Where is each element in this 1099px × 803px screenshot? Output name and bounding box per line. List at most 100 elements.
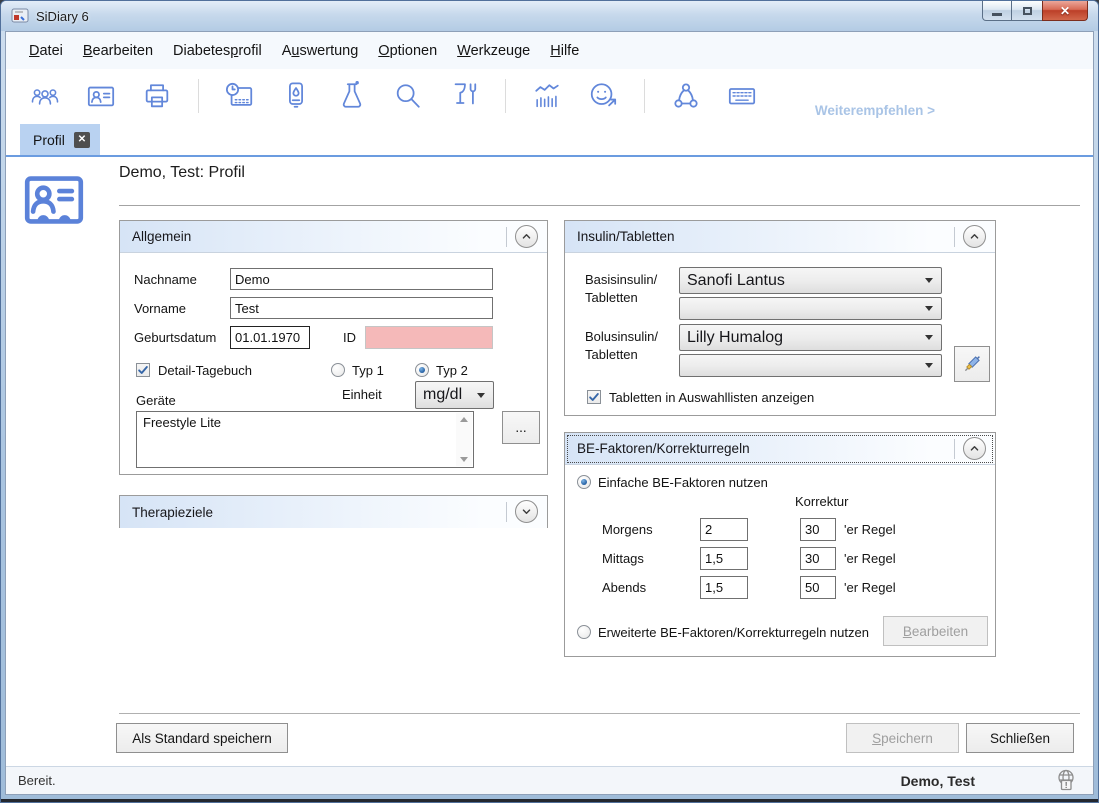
vorname-input[interactable] — [230, 297, 493, 319]
erweiterte-be-radio[interactable] — [577, 625, 591, 639]
menu-optionen[interactable]: Optionen — [368, 43, 447, 59]
menu-werkzeuge[interactable]: Werkzeuge — [447, 43, 540, 59]
app-icon — [11, 8, 29, 24]
morgens-faktor-input[interactable] — [700, 518, 748, 541]
typ1-radio[interactable] — [331, 363, 345, 377]
statistics-icon[interactable] — [532, 81, 562, 111]
insulin-wizard-button[interactable] — [954, 346, 990, 382]
bolusinsulin-label-line1: Bolusinsulin/ — [585, 329, 658, 344]
einfache-be-radio[interactable] — [577, 475, 591, 489]
glucose-meter-icon[interactable] — [281, 81, 311, 111]
morgens-korrektur-input[interactable] — [800, 518, 836, 541]
morgens-label: Morgens — [602, 522, 653, 537]
bolusinsulin-dropdown[interactable]: Lilly Humalog — [679, 324, 942, 351]
erweiterte-be-label: Erweiterte BE-Faktoren/Korrekturregeln n… — [598, 625, 869, 640]
speichern-button[interactable]: Speichern — [846, 723, 959, 753]
nachname-input[interactable] — [230, 268, 493, 290]
wizard-smiley-icon[interactable] — [588, 81, 618, 111]
einheit-value: mg/dl — [423, 386, 462, 404]
search-icon[interactable] — [393, 81, 423, 111]
client-area: Datei Bearbeiten Diabetesprofil Auswertu… — [5, 31, 1094, 795]
bolusinsulin-dropdown-2[interactable] — [679, 354, 942, 377]
detail-tagebuch-label: Detail-Tagebuch — [158, 363, 252, 378]
app-window: SiDiary 6 ✕ Datei Bearbeiten Diabetespro… — [0, 0, 1099, 803]
chevron-down-icon — [925, 278, 933, 283]
als-standard-speichern-button[interactable]: Als Standard speichern — [116, 723, 288, 753]
lab-flask-icon[interactable] — [337, 81, 367, 111]
basisinsulin-label-line1: Basisinsulin/ — [585, 272, 657, 287]
menu-datei[interactable]: Datei — [19, 43, 73, 59]
einheit-dropdown[interactable]: mg/dl — [415, 381, 494, 409]
geraete-more-button[interactable]: ... — [502, 411, 540, 444]
chevron-down-icon — [925, 363, 933, 368]
window-title: SiDiary 6 — [36, 9, 89, 24]
tabletten-anzeigen-checkbox[interactable] — [587, 390, 601, 404]
tab-profil[interactable]: Profil ✕ — [20, 124, 100, 155]
group-be-faktoren-header: BE-Faktoren/Korrekturregeln — [565, 433, 995, 465]
menu-hilfe[interactable]: Hilfe — [540, 43, 589, 59]
einheit-label: Einheit — [342, 387, 382, 402]
menu-bar: Datei Bearbeiten Diabetesprofil Auswertu… — [6, 32, 1093, 69]
schliessen-button[interactable]: Schließen — [966, 723, 1074, 753]
share-icon[interactable] — [671, 81, 701, 111]
radio-dot — [581, 479, 587, 485]
group-therapieziele: Therapieziele — [119, 495, 548, 528]
basisinsulin-dropdown-2[interactable] — [679, 297, 942, 320]
title-bar[interactable]: SiDiary 6 — [1, 1, 1098, 31]
group-insulin: Insulin/Tabletten Basisinsulin/ Tablette… — [564, 220, 996, 416]
window-controls: ✕ — [982, 1, 1088, 21]
id-input[interactable] — [365, 326, 493, 349]
nutrition-icon[interactable] — [449, 81, 479, 111]
keyboard-icon[interactable] — [727, 81, 757, 111]
abends-korrektur-input[interactable] — [800, 576, 836, 599]
close-button[interactable]: ✕ — [1042, 1, 1088, 21]
menu-bearbeiten[interactable]: Bearbeiten — [73, 43, 163, 59]
group-be-faktoren: BE-Faktoren/Korrekturregeln Einfache BE-… — [564, 432, 996, 657]
tab-close-icon[interactable]: ✕ — [74, 132, 90, 148]
geraete-listbox[interactable]: Freestyle Lite — [136, 411, 474, 468]
expand-therapieziele-button[interactable] — [515, 500, 538, 523]
mittags-korrektur-input[interactable] — [800, 547, 836, 570]
abends-regel-suffix: 'er Regel — [844, 580, 896, 595]
collapse-be-faktoren-button[interactable] — [963, 437, 986, 460]
menu-auswertung[interactable]: Auswertung — [272, 43, 369, 59]
scroll-up-icon[interactable] — [460, 417, 468, 422]
calendar-clock-icon[interactable] — [225, 81, 255, 111]
radio-dot — [419, 367, 425, 373]
geraete-list-item[interactable]: Freestyle Lite — [137, 412, 473, 433]
weiterempfehlen-link[interactable]: Weiterempfehlen > — [815, 103, 935, 118]
bolusinsulin-value: Lilly Humalog — [687, 329, 783, 347]
collapse-insulin-button[interactable] — [963, 225, 986, 248]
mittags-regel-suffix: 'er Regel — [844, 551, 896, 566]
detail-tagebuch-checkbox[interactable] — [136, 363, 150, 377]
group-allgemein-header: Allgemein — [120, 221, 547, 253]
patients-icon[interactable] — [30, 81, 60, 111]
typ1-label: Typ 1 — [352, 363, 384, 378]
status-bar: Bereit. Demo, Test ! — [6, 766, 1093, 794]
typ2-radio[interactable] — [415, 363, 429, 377]
printer-icon[interactable] — [142, 81, 172, 111]
group-insulin-title: Insulin/Tabletten — [577, 229, 675, 244]
abends-faktor-input[interactable] — [700, 576, 748, 599]
tabletten-anzeigen-label: Tabletten in Auswahllisten anzeigen — [609, 390, 814, 405]
bearbeiten-button[interactable]: Bearbeiten — [883, 616, 988, 646]
minimize-button[interactable] — [982, 1, 1012, 21]
globe-warning-icon[interactable]: ! — [1053, 768, 1079, 799]
group-allgemein: Allgemein Nachname Vorname Geburtsdatum … — [119, 220, 548, 475]
menu-diabetesprofil[interactable]: Diabetesprofil — [163, 43, 272, 59]
scroll-down-icon[interactable] — [460, 457, 468, 462]
listbox-scrollbar[interactable] — [456, 413, 472, 466]
bolusinsulin-label-line2: Tabletten — [585, 347, 638, 362]
divider — [119, 713, 1080, 714]
profile-card-icon[interactable] — [86, 81, 116, 111]
basisinsulin-dropdown[interactable]: Sanofi Lantus — [679, 267, 942, 294]
minimize-icon — [992, 13, 1002, 16]
syringe-icon — [961, 353, 983, 375]
maximize-button[interactable] — [1012, 1, 1042, 21]
collapse-allgemein-button[interactable] — [515, 225, 538, 248]
mittags-faktor-input[interactable] — [700, 547, 748, 570]
nachname-label: Nachname — [134, 272, 197, 287]
toolbar-separator — [644, 79, 645, 113]
header-separator — [954, 227, 955, 247]
geburtsdatum-input[interactable] — [230, 326, 310, 349]
